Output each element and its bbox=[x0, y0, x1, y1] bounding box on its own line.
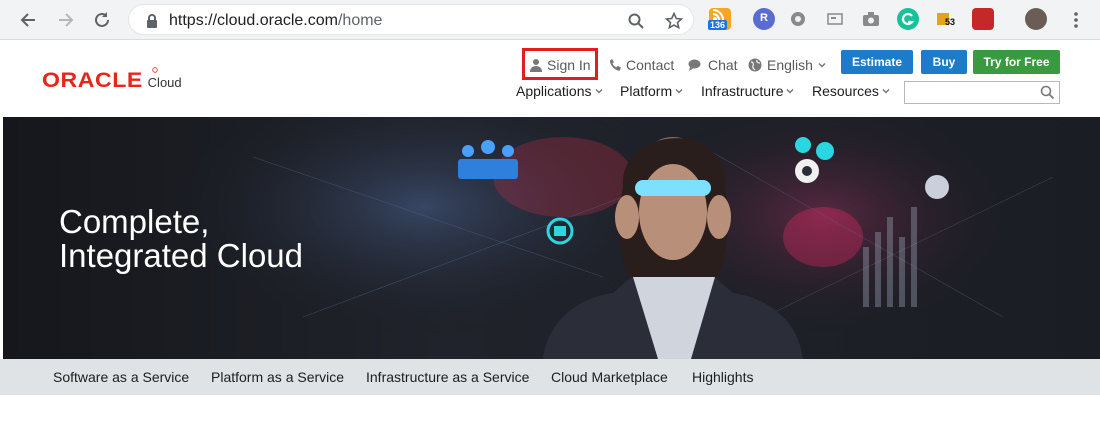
language-selector[interactable]: English bbox=[748, 51, 826, 79]
language-label: English bbox=[767, 57, 813, 73]
settings-gear-extension-icon[interactable] bbox=[787, 8, 809, 30]
puzzle-badge: 53 bbox=[945, 17, 956, 27]
chat-link[interactable]: Chat bbox=[688, 51, 738, 79]
oracle-cloud-page: ORACLE Cloud Sign In Contact Chat Englis… bbox=[0, 41, 1100, 422]
nav-platform[interactable]: Platform bbox=[620, 83, 683, 99]
search-icon[interactable] bbox=[1040, 85, 1055, 100]
forward-arrow-icon bbox=[59, 13, 74, 27]
contact-link[interactable]: Contact bbox=[609, 51, 674, 79]
url-text: https://cloud.oracle.com/home bbox=[169, 12, 382, 30]
nav-platform-label: Platform bbox=[620, 83, 673, 99]
try-for-free-button[interactable]: Try for Free bbox=[973, 50, 1060, 74]
nav-resources[interactable]: Resources bbox=[812, 83, 890, 99]
sign-in-label: Sign In bbox=[547, 57, 591, 73]
subnav-infrastructure-as-a-service[interactable]: Infrastructure as a Service bbox=[366, 369, 529, 385]
sign-in-link[interactable]: Sign In bbox=[530, 51, 591, 79]
registered-mark-icon bbox=[152, 67, 158, 73]
window-extension-icon[interactable] bbox=[824, 8, 846, 30]
profile-avatar[interactable] bbox=[1025, 8, 1047, 30]
people-hologram-icon bbox=[458, 140, 518, 179]
url-host: https://cloud.oracle.com bbox=[169, 12, 338, 29]
zoom-search-icon[interactable] bbox=[627, 12, 645, 30]
subnav-platform-as-a-service[interactable]: Platform as a Service bbox=[211, 369, 344, 385]
nav-infrastructure-label: Infrastructure bbox=[701, 83, 784, 99]
puzzle-extension-icon[interactable]: 53 bbox=[934, 8, 956, 30]
user-icon bbox=[530, 59, 542, 72]
rss-badge: 136 bbox=[708, 20, 728, 30]
subnav-highlights[interactable]: Highlights bbox=[692, 369, 753, 385]
browser-toolbar: https://cloud.oracle.com/home 136 R 53 bbox=[0, 0, 1100, 40]
globe-icon bbox=[748, 58, 762, 72]
camera-extension-icon[interactable] bbox=[860, 8, 882, 30]
nav-resources-label: Resources bbox=[812, 83, 879, 99]
chevron-down-icon bbox=[818, 62, 826, 68]
chevron-down-icon bbox=[675, 88, 683, 94]
chevron-down-icon bbox=[594, 88, 603, 94]
hero-headline-line1: Complete, bbox=[59, 203, 210, 240]
subnav-software-as-a-service[interactable]: Software as a Service bbox=[53, 369, 189, 385]
chat-bubble-icon bbox=[688, 59, 701, 71]
nav-applications-label: Applications bbox=[516, 83, 592, 99]
oracle-cloud-logo[interactable]: ORACLE Cloud bbox=[42, 67, 182, 93]
nav-applications[interactable]: Applications bbox=[516, 83, 603, 99]
buy-button[interactable]: Buy bbox=[921, 50, 967, 74]
chevron-down-icon bbox=[882, 88, 890, 94]
r-extension-label: R bbox=[760, 12, 768, 24]
chevron-down-icon bbox=[786, 88, 795, 94]
contact-label: Contact bbox=[626, 57, 675, 73]
section-subnav: Software as a Service Platform as a Serv… bbox=[0, 359, 1100, 395]
address-bar[interactable]: https://cloud.oracle.com/home bbox=[128, 4, 694, 35]
logo-subtitle: Cloud bbox=[147, 75, 182, 90]
hero-headline-line2: Integrated Cloud bbox=[59, 237, 304, 274]
red-box-extension-icon[interactable] bbox=[972, 8, 994, 30]
site-search-input[interactable] bbox=[904, 81, 1060, 104]
back-arrow-icon bbox=[20, 13, 35, 27]
reload-icon bbox=[95, 12, 109, 27]
chat-label: Chat bbox=[708, 57, 738, 73]
estimate-button[interactable]: Estimate bbox=[841, 50, 913, 74]
hero-banner: Complete, Integrated Cloud bbox=[3, 117, 1100, 359]
reload-button[interactable] bbox=[90, 8, 114, 32]
forward-button[interactable] bbox=[54, 8, 78, 32]
bookmark-star-icon[interactable] bbox=[665, 12, 683, 30]
lock-icon bbox=[147, 14, 157, 28]
back-button[interactable] bbox=[16, 8, 40, 32]
phone-icon bbox=[610, 59, 621, 71]
r-extension-icon[interactable]: R bbox=[753, 8, 775, 30]
subnav-cloud-marketplace[interactable]: Cloud Marketplace bbox=[551, 369, 668, 385]
browser-menu-button[interactable] bbox=[1064, 8, 1088, 32]
grammarly-extension-icon[interactable] bbox=[897, 8, 919, 30]
nav-infrastructure[interactable]: Infrastructure bbox=[701, 83, 795, 99]
url-path: /home bbox=[337, 12, 383, 29]
logo-wordmark: ORACLE bbox=[42, 69, 143, 92]
kebab-menu-icon bbox=[1074, 12, 1078, 28]
hero-headline: Complete, Integrated Cloud bbox=[59, 205, 303, 273]
